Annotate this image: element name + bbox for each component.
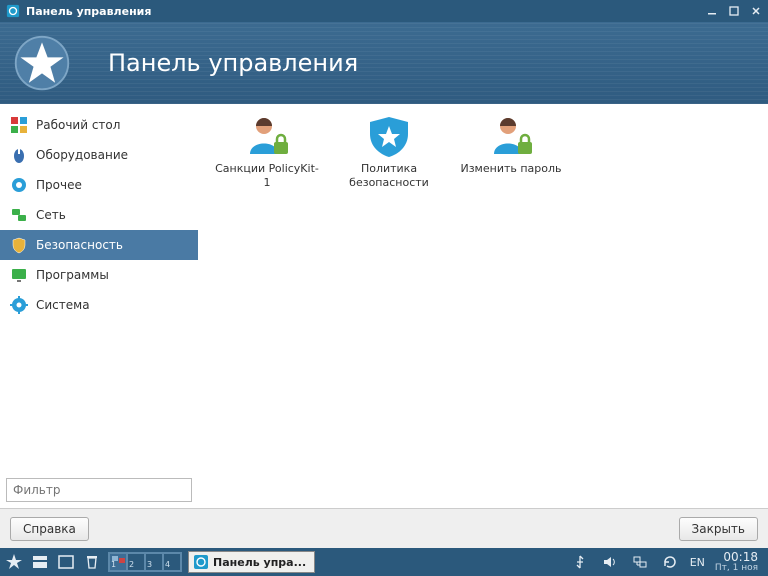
sidebar-item-programs[interactable]: Программы (0, 260, 198, 290)
workspace-switcher[interactable]: 1 2 3 4 (108, 552, 182, 572)
window: Панель управления Панель управления Рабо… (0, 0, 768, 548)
programs-icon (10, 266, 28, 284)
sidebar-item-label: Система (36, 298, 90, 312)
user-lock-icon (486, 114, 536, 158)
desktop-icon (10, 116, 28, 134)
trash-icon[interactable] (82, 552, 102, 572)
file-manager-icon[interactable] (30, 552, 50, 572)
start-menu-icon[interactable] (4, 552, 24, 572)
app-item-policykit[interactable]: Санкции PolicyKit-1 (212, 114, 322, 190)
header-title: Панель управления (108, 49, 358, 77)
shield-star-icon (364, 114, 414, 158)
app-item-security-policy[interactable]: Политика безопасности (334, 114, 444, 190)
sidebar-item-desktop[interactable]: Рабочий стол (0, 110, 198, 140)
body: Рабочий стол Оборудование Прочее (0, 104, 768, 508)
keyboard-layout[interactable]: EN (690, 556, 705, 569)
sidebar-item-network[interactable]: Сеть (0, 200, 198, 230)
usb-icon[interactable] (570, 552, 590, 572)
workspace-4[interactable]: 4 (163, 553, 181, 571)
header-banner: Панель управления (0, 22, 768, 104)
workspace-3[interactable]: 3 (145, 553, 163, 571)
content-area: Санкции PolicyKit-1 Политика безопасност… (198, 104, 768, 508)
sidebar-item-system[interactable]: Система (0, 290, 198, 320)
system-gear-icon (10, 296, 28, 314)
minimize-button[interactable] (706, 5, 718, 17)
sidebar: Рабочий стол Оборудование Прочее (0, 104, 198, 508)
gear-icon (10, 176, 28, 194)
workspace-2[interactable]: 2 (127, 553, 145, 571)
header-star-icon (12, 33, 72, 93)
app-item-label: Изменить пароль (460, 162, 561, 176)
update-icon[interactable] (660, 552, 680, 572)
titlebar: Панель управления (0, 0, 768, 22)
network-tray-icon[interactable] (630, 552, 650, 572)
app-icon (6, 4, 20, 18)
sidebar-item-label: Безопасность (36, 238, 123, 252)
taskbar-left: 1 2 3 4 Панель упра... (4, 551, 315, 573)
close-window-button[interactable]: Закрыть (679, 517, 758, 541)
close-button[interactable] (750, 5, 762, 17)
help-button[interactable]: Справка (10, 517, 89, 541)
sidebar-item-security[interactable]: Безопасность (0, 230, 198, 260)
show-desktop-icon[interactable] (56, 552, 76, 572)
sidebar-item-label: Прочее (36, 178, 82, 192)
app-item-label: Санкции PolicyKit-1 (212, 162, 322, 190)
workspace-1[interactable]: 1 (109, 553, 127, 571)
sidebar-item-label: Оборудование (36, 148, 128, 162)
user-lock-icon (242, 114, 292, 158)
taskbar-right: EN 00:18 Пт, 1 ноя (570, 551, 764, 573)
app-item-change-password[interactable]: Изменить пароль (456, 114, 566, 176)
app-item-label: Политика безопасности (334, 162, 444, 190)
sidebar-item-other[interactable]: Прочее (0, 170, 198, 200)
clock-date: Пт, 1 ноя (715, 564, 758, 573)
taskbar: 1 2 3 4 Панель упра... EN 00:18 Пт, 1 но… (0, 548, 768, 576)
clock[interactable]: 00:18 Пт, 1 ноя (715, 551, 758, 573)
shield-icon (10, 236, 28, 254)
filter-input[interactable] (6, 478, 192, 502)
sidebar-item-label: Программы (36, 268, 109, 282)
sidebar-item-hardware[interactable]: Оборудование (0, 140, 198, 170)
window-title: Панель управления (26, 5, 706, 18)
sidebar-item-label: Рабочий стол (36, 118, 120, 132)
taskbar-app-label: Панель упра... (213, 556, 306, 569)
clock-time: 00:18 (723, 551, 758, 564)
window-controls (706, 5, 762, 17)
footer: Справка Закрыть (0, 508, 768, 548)
volume-icon[interactable] (600, 552, 620, 572)
sidebar-item-label: Сеть (36, 208, 66, 222)
taskbar-app-button[interactable]: Панель упра... (188, 551, 315, 573)
maximize-button[interactable] (728, 5, 740, 17)
network-icon (10, 206, 28, 224)
mouse-icon (10, 146, 28, 164)
sidebar-list: Рабочий стол Оборудование Прочее (0, 104, 198, 472)
filter-box (6, 478, 192, 502)
